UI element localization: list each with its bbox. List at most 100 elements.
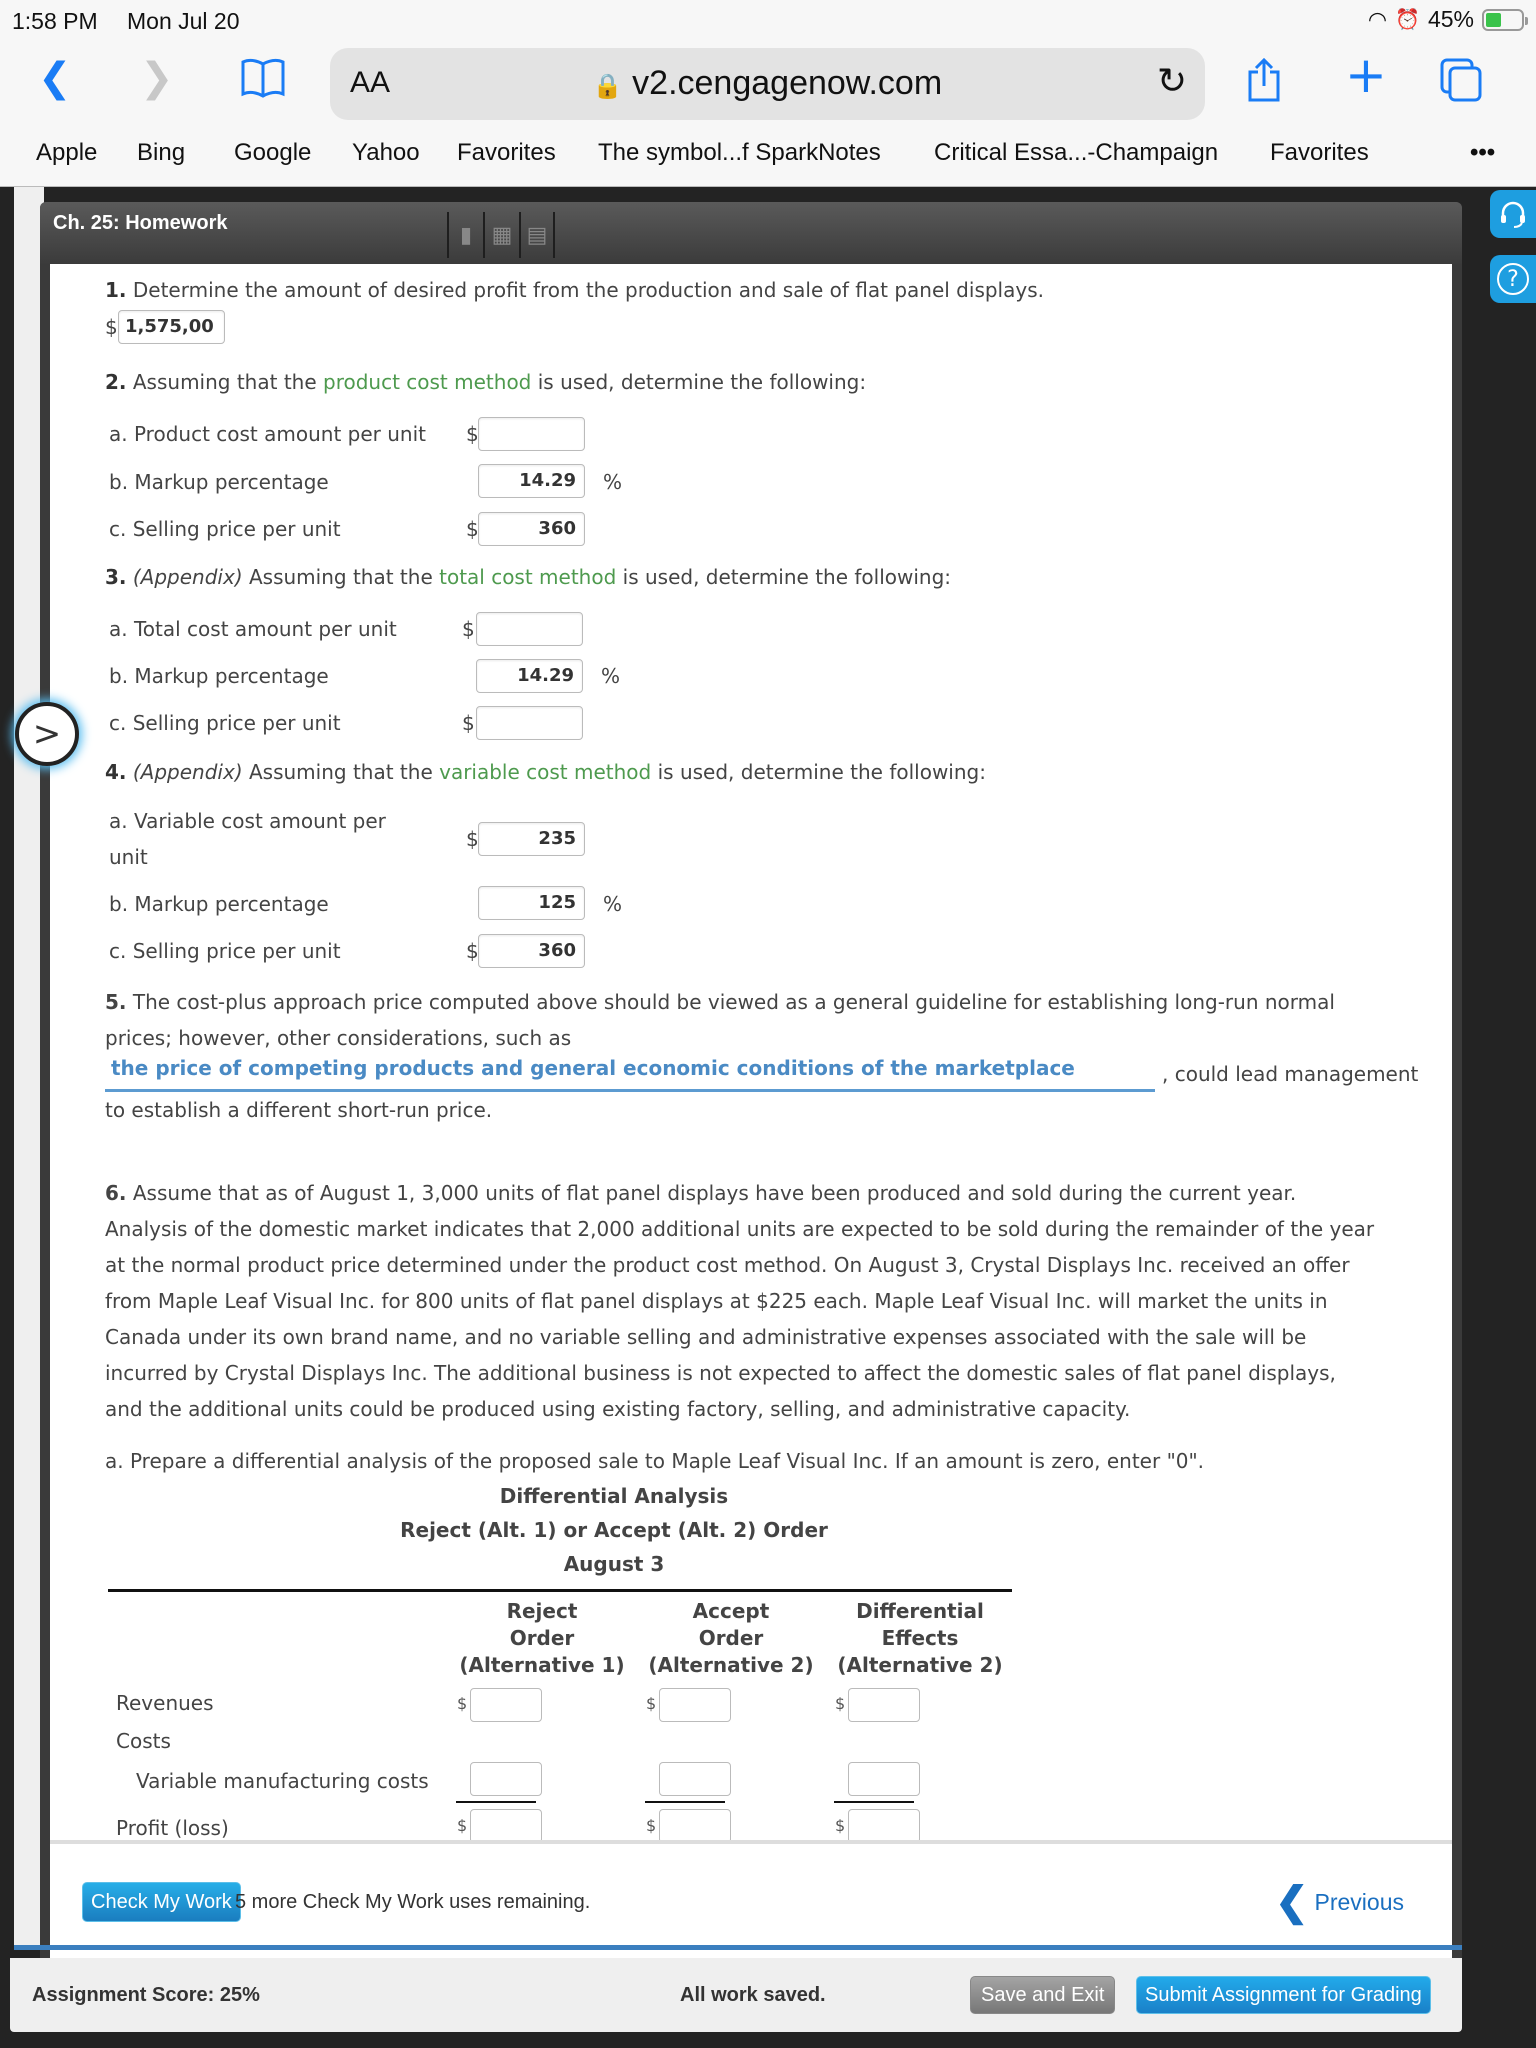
favorite-link[interactable]: Favorites — [457, 139, 556, 167]
variable-cost-per-unit-input[interactable]: 235 — [478, 822, 585, 856]
revenues-alt1-input[interactable] — [470, 1688, 542, 1722]
status-date: Mon Jul 20 — [127, 8, 240, 34]
column-header-line: (Alternative 1) — [459, 1653, 625, 1677]
favorite-link[interactable]: Critical Essa...-Champaign — [934, 139, 1218, 167]
check-my-work-button[interactable]: Check My Work — [82, 1882, 241, 1922]
variable-costs-differential-input[interactable] — [848, 1762, 920, 1796]
profit-alt1-input[interactable] — [470, 1809, 542, 1840]
currency-symbol: $ — [457, 1816, 468, 1835]
question-text: and the additional units could be produc… — [105, 1397, 1131, 1421]
assignment-bar: Assignment Score: 25% All work saved. Sa… — [10, 1958, 1462, 2032]
favorite-link[interactable]: The symbol...f SparkNotes — [598, 139, 881, 167]
column-header-accept: Accept Order (Alternative 2) — [640, 1598, 822, 1679]
question-text: from Maple Leaf Visual Inc. for 800 unit… — [105, 1289, 1328, 1313]
tool-buttons: ▮ ▦ ▤ — [447, 212, 555, 258]
save-and-exit-button[interactable]: Save and Exit — [970, 1976, 1116, 2014]
help-icon[interactable]: ? — [1490, 255, 1536, 303]
favorite-link[interactable]: Apple — [36, 139, 97, 167]
currency-symbol: $ — [835, 1816, 846, 1835]
favorite-link[interactable]: Favorites — [1270, 139, 1369, 167]
glossary-link[interactable]: total cost method — [439, 565, 616, 589]
question-5: 5. The cost-plus approach price computed… — [105, 984, 1445, 1020]
url-display[interactable]: 🔒 v2.cengagenow.com — [330, 64, 1205, 103]
percent-symbol: % — [601, 664, 621, 688]
considerations-dropdown[interactable]: the price of competing products and gene… — [105, 1056, 1155, 1092]
table-rule — [108, 1589, 1012, 1592]
product-cost-per-unit-input[interactable] — [478, 417, 585, 451]
status-time: 1:58 PM — [12, 8, 98, 34]
currency-symbol: $ — [835, 1694, 846, 1713]
back-icon[interactable]: ❮ — [38, 58, 72, 98]
forward-icon[interactable]: ❯ — [140, 58, 174, 98]
question-3: 3. (Appendix) Assuming that the total co… — [105, 559, 951, 595]
favorite-link[interactable]: Yahoo — [352, 139, 420, 167]
question-text: is used, determine the following: — [531, 370, 867, 394]
expand-panel-button[interactable]: > — [15, 702, 79, 766]
previous-button[interactable]: ❮ Previous — [1275, 1882, 1404, 1922]
question-number: 3. — [105, 565, 127, 589]
currency-symbol: $ — [457, 1694, 468, 1713]
profit-alt2-input[interactable] — [659, 1809, 731, 1840]
lock-icon: 🔒 — [592, 73, 623, 100]
alarm-icon: ⏰ — [1395, 9, 1420, 31]
profit-differential-input[interactable] — [848, 1809, 920, 1840]
more-favorites-button[interactable]: ••• — [1470, 139, 1495, 167]
currency-symbol: $ — [466, 422, 479, 446]
question-1: 1. Determine the amount of desired profi… — [105, 272, 1044, 308]
question-text: Assume that as of August 1, 3,000 units … — [132, 1181, 1297, 1205]
total-selling-price-input[interactable] — [476, 706, 583, 740]
variable-selling-price-input[interactable]: 360 — [478, 934, 585, 968]
calculator-icon[interactable]: ▦ — [483, 212, 519, 258]
question-content: 1. Determine the amount of desired profi… — [50, 264, 1452, 1840]
url-text: v2.cengagenow.com — [632, 64, 943, 102]
question-number: 5. — [105, 990, 127, 1014]
support-headset-icon[interactable] — [1490, 190, 1536, 238]
item-label: a. Product cost amount per unit — [109, 422, 426, 446]
reload-icon[interactable]: ↻ — [1157, 60, 1187, 102]
status-indicators: ◠ ⏰ 45% — [1368, 6, 1528, 33]
question-text: The cost-plus approach price computed ab… — [132, 990, 1335, 1014]
notes-icon[interactable]: ▤ — [519, 212, 555, 258]
share-icon[interactable] — [1246, 57, 1282, 109]
item-label: b. Markup percentage — [109, 664, 329, 688]
favorite-link[interactable]: Bing — [137, 139, 185, 167]
currency-symbol: $ — [646, 1816, 657, 1835]
question-number: 6. — [105, 1181, 127, 1205]
bookmarks-icon[interactable] — [240, 58, 286, 105]
question-text: Canada under its own brand name, and no … — [105, 1325, 1307, 1349]
submit-assignment-button[interactable]: Submit Assignment for Grading — [1136, 1976, 1431, 2014]
product-markup-input[interactable]: 14.29 — [478, 464, 585, 498]
item-label: unit — [109, 845, 148, 869]
variable-costs-alt1-input[interactable] — [470, 1762, 542, 1796]
address-bar[interactable]: AA 🔒 v2.cengagenow.com ↻ — [330, 48, 1205, 120]
revenues-differential-input[interactable] — [848, 1688, 920, 1722]
table-date: August 3 — [563, 1552, 665, 1576]
product-selling-price-input[interactable]: 360 — [478, 512, 585, 546]
panel-header: Ch. 25: Homework ▮ ▦ ▤ — [40, 202, 1462, 264]
glossary-link[interactable]: product cost method — [323, 370, 531, 394]
variable-costs-alt2-input[interactable] — [659, 1762, 731, 1796]
new-tab-icon[interactable]: + — [1345, 50, 1387, 100]
currency-symbol: $ — [466, 827, 479, 851]
total-cost-per-unit-input[interactable] — [476, 612, 583, 646]
column-header-line: Order — [509, 1626, 575, 1650]
battery-icon — [1482, 8, 1528, 31]
revenues-alt2-input[interactable] — [659, 1688, 731, 1722]
favorite-link[interactable]: Google — [234, 139, 311, 167]
total-markup-input[interactable]: 14.29 — [476, 659, 583, 693]
battery-percent: 45% — [1427, 6, 1474, 32]
ebook-icon[interactable]: ▮ — [447, 212, 483, 258]
desired-profit-input[interactable]: 1,575,00 — [118, 310, 225, 344]
column-header-line: Order — [698, 1626, 764, 1650]
question-text: at the normal product price determined u… — [105, 1253, 1350, 1277]
question-number: 2. — [105, 370, 127, 394]
question-5-line-2: prices; however, other considerations, s… — [105, 1026, 572, 1050]
question-text: is used, determine the following: — [616, 565, 952, 589]
variable-markup-input[interactable]: 125 — [478, 886, 585, 920]
glossary-link[interactable]: variable cost method — [439, 760, 651, 784]
tabs-icon[interactable] — [1440, 58, 1484, 109]
question-number: 1. — [105, 278, 127, 302]
table-subtitle: Reject (Alt. 1) or Accept (Alt. 2) Order — [400, 1518, 828, 1542]
column-header-line: (Alternative 2) — [648, 1653, 814, 1677]
item-label: b. Markup percentage — [109, 892, 329, 916]
